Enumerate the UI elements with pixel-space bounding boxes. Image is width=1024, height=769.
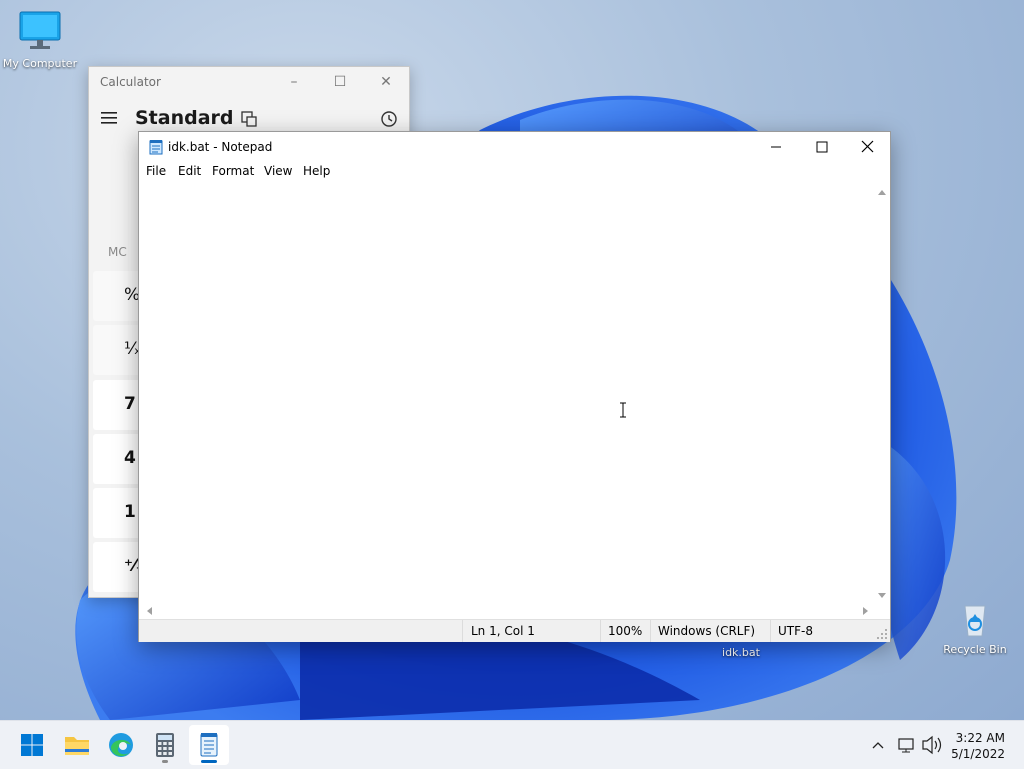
start-button[interactable] bbox=[12, 725, 52, 765]
menu-bar: File Edit Format View Help bbox=[139, 162, 890, 182]
status-divider bbox=[770, 620, 771, 642]
file-explorer-icon bbox=[65, 737, 89, 755]
desktop-icon-label: Recycle Bin bbox=[943, 643, 1007, 656]
chevron-up-icon[interactable] bbox=[866, 721, 890, 769]
notepad-titlebar[interactable]: idk.bat - Notepad bbox=[139, 132, 890, 162]
scroll-up-icon[interactable] bbox=[874, 185, 890, 199]
menu-file[interactable]: File bbox=[146, 164, 166, 178]
active-indicator bbox=[201, 760, 217, 763]
scroll-right-icon[interactable] bbox=[859, 603, 873, 619]
network-icon[interactable] bbox=[896, 721, 918, 769]
close-button[interactable] bbox=[844, 132, 890, 162]
hamburger-menu-icon[interactable] bbox=[101, 111, 117, 125]
desktop-icon-label: My Computer bbox=[2, 57, 78, 70]
menu-edit[interactable]: Edit bbox=[178, 164, 201, 178]
calculator-icon bbox=[156, 733, 174, 757]
memory-clear-button[interactable]: MC bbox=[108, 245, 127, 259]
status-divider bbox=[600, 620, 601, 642]
close-icon[interactable]: ✕ bbox=[376, 72, 396, 92]
minimize-icon[interactable]: – bbox=[284, 72, 304, 92]
monitor-icon bbox=[19, 11, 61, 49]
status-bar: Ln 1, Col 1 100% Windows (CRLF) UTF-8 bbox=[139, 619, 890, 642]
scroll-down-icon[interactable] bbox=[874, 589, 890, 603]
zoom-level: 100% bbox=[608, 624, 643, 638]
desktop-icon-label: idk.bat bbox=[722, 646, 760, 659]
taskbar-file-explorer[interactable] bbox=[57, 725, 97, 765]
desktop-icon-my-computer[interactable]: My Computer bbox=[0, 10, 80, 70]
taskbar-notepad[interactable] bbox=[189, 725, 229, 765]
edge-icon bbox=[109, 733, 133, 757]
minimize-button[interactable] bbox=[753, 132, 799, 162]
close-icon bbox=[861, 140, 874, 153]
scroll-left-icon[interactable] bbox=[142, 603, 156, 619]
scrollbar-corner bbox=[874, 603, 890, 619]
line-ending: Windows (CRLF) bbox=[658, 624, 756, 638]
maximize-icon[interactable]: ☐ bbox=[330, 72, 350, 92]
menu-help[interactable]: Help bbox=[303, 164, 330, 178]
calculator-titlebar[interactable]: Calculator – ☐ ✕ bbox=[89, 67, 409, 97]
start-icon bbox=[21, 734, 43, 756]
desktop-icon-idk-bat[interactable]: idk.bat bbox=[701, 646, 781, 659]
clock-time: 3:22 AM bbox=[955, 731, 1005, 745]
minimize-icon bbox=[771, 146, 781, 148]
notepad-window[interactable]: idk.bat - Notepad File Edit Format View … bbox=[138, 131, 891, 642]
text-editor[interactable] bbox=[139, 181, 873, 605]
notepad-title: idk.bat - Notepad bbox=[168, 140, 273, 154]
recycle-bin-icon bbox=[964, 605, 986, 637]
text-cursor-icon bbox=[620, 402, 626, 418]
clock-date: 5/1/2022 bbox=[951, 747, 1005, 761]
vertical-scrollbar[interactable] bbox=[874, 181, 890, 605]
calculator-mode-title: Standard bbox=[135, 107, 234, 129]
menu-view[interactable]: View bbox=[264, 164, 292, 178]
calculator-title: Calculator bbox=[100, 75, 161, 89]
running-indicator bbox=[162, 760, 168, 763]
notepad-icon bbox=[149, 140, 163, 155]
desktop-icon-recycle-bin[interactable]: Recycle Bin bbox=[935, 598, 1015, 656]
taskbar-calculator[interactable] bbox=[145, 725, 185, 765]
keep-on-top-icon[interactable] bbox=[241, 111, 257, 127]
system-tray bbox=[866, 721, 946, 769]
maximize-button[interactable] bbox=[799, 132, 845, 162]
resize-grip-icon[interactable] bbox=[876, 628, 888, 640]
status-divider bbox=[650, 620, 651, 642]
status-divider bbox=[462, 620, 463, 642]
menu-format[interactable]: Format bbox=[212, 164, 254, 178]
maximize-icon bbox=[816, 141, 828, 153]
volume-icon[interactable] bbox=[920, 721, 944, 769]
clock[interactable]: 3:22 AM 5/1/2022 bbox=[951, 730, 1005, 762]
encoding: UTF-8 bbox=[778, 624, 813, 638]
history-icon[interactable] bbox=[380, 110, 398, 128]
notepad-icon bbox=[200, 733, 218, 757]
cursor-position: Ln 1, Col 1 bbox=[471, 624, 535, 638]
taskbar: 3:22 AM 5/1/2022 bbox=[0, 720, 1024, 769]
horizontal-scrollbar[interactable] bbox=[139, 603, 873, 619]
taskbar-edge[interactable] bbox=[101, 725, 141, 765]
